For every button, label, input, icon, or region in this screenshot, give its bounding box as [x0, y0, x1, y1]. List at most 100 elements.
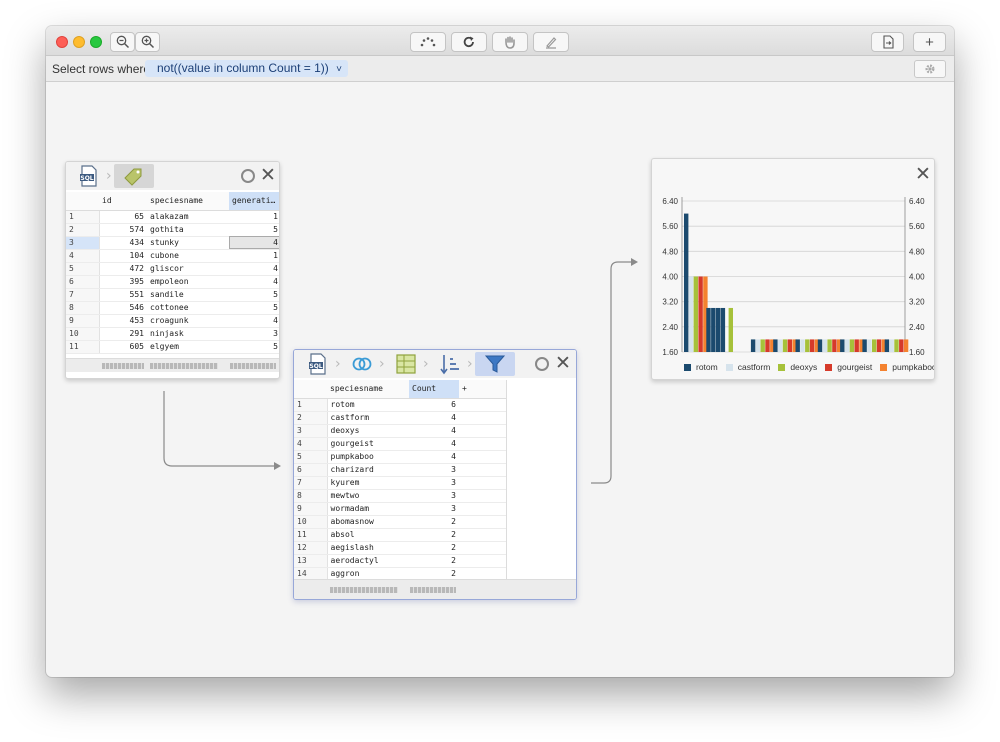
table-row[interactable]: 8 mewtwo 3: [294, 489, 506, 503]
table-row[interactable]: 5 pumpkaboo 4: [294, 450, 506, 464]
sort-icon[interactable]: [439, 353, 461, 375]
column-header[interactable]: id: [99, 192, 147, 211]
table-cell[interactable]: 104: [99, 249, 147, 263]
table-cell[interactable]: 5: [229, 340, 279, 354]
autolayout-button[interactable]: [410, 32, 446, 52]
row-number[interactable]: 10: [66, 327, 100, 341]
table-cell[interactable]: 291: [99, 327, 147, 341]
table-row[interactable]: 1 65 alakazam 1: [66, 210, 279, 224]
table-cell[interactable]: aegislash: [327, 541, 409, 555]
workflow-canvas[interactable]: SQL › ✕ id speciesname generati… 165 ala…: [46, 83, 954, 677]
table-cell[interactable]: 434: [99, 236, 147, 250]
table-cell[interactable]: 4: [229, 262, 279, 276]
filter-expression-select[interactable]: not((value in column Count = 1)) ˅: [145, 60, 348, 77]
row-number[interactable]: 4: [294, 437, 328, 451]
filter-result-panel[interactable]: SQL › › › › ✕ speciesname Count + 1 roto…: [293, 349, 577, 600]
table-cell[interactable]: 5: [229, 301, 279, 315]
zoom-in-button[interactable]: [135, 32, 160, 52]
table-cell[interactable]: 4: [409, 450, 459, 464]
row-number[interactable]: 13: [294, 554, 328, 568]
aggregate-table-icon[interactable]: [395, 353, 417, 375]
table-row[interactable]: 8 546 cottonee 5: [66, 301, 279, 315]
table-row[interactable]: 6 charizard 3: [294, 463, 506, 477]
row-number[interactable]: 2: [66, 223, 100, 237]
table-cell[interactable]: 2: [409, 554, 459, 568]
tag-step[interactable]: [114, 164, 154, 188]
table-cell[interactable]: 605: [99, 340, 147, 354]
table-row[interactable]: 9 wormadam 3: [294, 502, 506, 516]
table-row[interactable]: 4 104 cubone 1: [66, 249, 279, 263]
join-icon[interactable]: [351, 353, 373, 375]
table-cell[interactable]: mewtwo: [327, 489, 409, 503]
row-number[interactable]: 10: [294, 515, 328, 529]
minimize-window-button[interactable]: [73, 36, 85, 48]
table-cell[interactable]: 5: [229, 223, 279, 237]
table-cell[interactable]: 2: [409, 528, 459, 542]
sql-icon[interactable]: SQL: [307, 353, 329, 375]
column-header-selected[interactable]: Count: [409, 380, 459, 399]
table-cell[interactable]: cottonee: [147, 301, 229, 315]
table-row[interactable]: 10 abomasnow 2: [294, 515, 506, 529]
table-cell[interactable]: 1: [229, 249, 279, 263]
row-number[interactable]: 5: [66, 262, 100, 276]
table-cell[interactable]: elgyem: [147, 340, 229, 354]
row-number[interactable]: 12: [294, 541, 328, 555]
table-cell[interactable]: 574: [99, 223, 147, 237]
row-number[interactable]: 9: [294, 502, 328, 516]
table-cell[interactable]: 6: [409, 398, 459, 412]
result-data-grid[interactable]: speciesname Count + 1 rotom 6 2 castform 4 3 de…: [294, 380, 506, 581]
table-cell[interactable]: kyurem: [327, 476, 409, 490]
add-button[interactable]: +: [913, 32, 946, 52]
row-number[interactable]: 11: [66, 340, 100, 354]
table-cell[interactable]: 4: [229, 275, 279, 289]
table-cell[interactable]: alakazam: [147, 210, 229, 224]
annotate-button[interactable]: [533, 32, 569, 52]
table-row[interactable]: 13 aerodactyl 2: [294, 554, 506, 568]
table-cell[interactable]: aerodactyl: [327, 554, 409, 568]
row-number[interactable]: 1: [66, 210, 100, 224]
column-header[interactable]: speciesname: [327, 380, 409, 399]
table-row[interactable]: 11 absol 2: [294, 528, 506, 542]
close-window-button[interactable]: [56, 36, 68, 48]
table-row[interactable]: 12 aegislash 2: [294, 541, 506, 555]
refresh-button[interactable]: [451, 32, 487, 52]
table-cell[interactable]: 4: [409, 437, 459, 451]
chart-panel[interactable]: ✕ 6.40 6.40 5.60 5.60 4.80 4.80 4.00 4.00 3.20 3.…: [651, 158, 935, 380]
table-cell[interactable]: 4: [409, 411, 459, 425]
table-cell[interactable]: abomasnow: [327, 515, 409, 529]
table-row[interactable]: 2 castform 4: [294, 411, 506, 425]
table-cell[interactable]: gliscor: [147, 262, 229, 276]
table-cell[interactable]: gourgeist: [327, 437, 409, 451]
settings-button[interactable]: [914, 60, 946, 78]
table-cell[interactable]: pumpkaboo: [327, 450, 409, 464]
filter-step[interactable]: [475, 352, 515, 376]
table-row[interactable]: 3 434 stunky 4: [66, 236, 279, 250]
row-number[interactable]: 3: [294, 424, 328, 438]
export-button[interactable]: [871, 32, 904, 52]
row-number[interactable]: 9: [66, 314, 100, 328]
row-number[interactable]: 7: [66, 288, 100, 302]
maximize-window-button[interactable]: [90, 36, 102, 48]
source-data-grid[interactable]: id speciesname generati… 1 65 alakazam 1 2 57…: [66, 192, 279, 354]
table-cell[interactable]: cubone: [147, 249, 229, 263]
row-number[interactable]: 8: [294, 489, 328, 503]
table-cell[interactable]: croagunk: [147, 314, 229, 328]
table-row[interactable]: 9 453 croagunk 4: [66, 314, 279, 328]
row-number[interactable]: 4: [66, 249, 100, 263]
table-cell[interactable]: 65: [99, 210, 147, 224]
table-row[interactable]: 7 551 sandile 5: [66, 288, 279, 302]
table-cell[interactable]: 3: [229, 327, 279, 341]
table-cell[interactable]: 4: [409, 424, 459, 438]
table-cell[interactable]: gothita: [147, 223, 229, 237]
table-cell[interactable]: 3: [409, 502, 459, 516]
table-cell[interactable]: wormadam: [327, 502, 409, 516]
table-cell[interactable]: 395: [99, 275, 147, 289]
table-row[interactable]: 3 deoxys 4: [294, 424, 506, 438]
add-column-button[interactable]: +: [459, 380, 506, 399]
table-cell[interactable]: 1: [229, 210, 279, 224]
sql-icon[interactable]: SQL: [78, 165, 100, 187]
table-row[interactable]: 6 395 empoleon 4: [66, 275, 279, 289]
table-cell[interactable]: stunky: [147, 236, 229, 250]
row-number[interactable]: 6: [294, 463, 328, 477]
table-cell[interactable]: 453: [99, 314, 147, 328]
